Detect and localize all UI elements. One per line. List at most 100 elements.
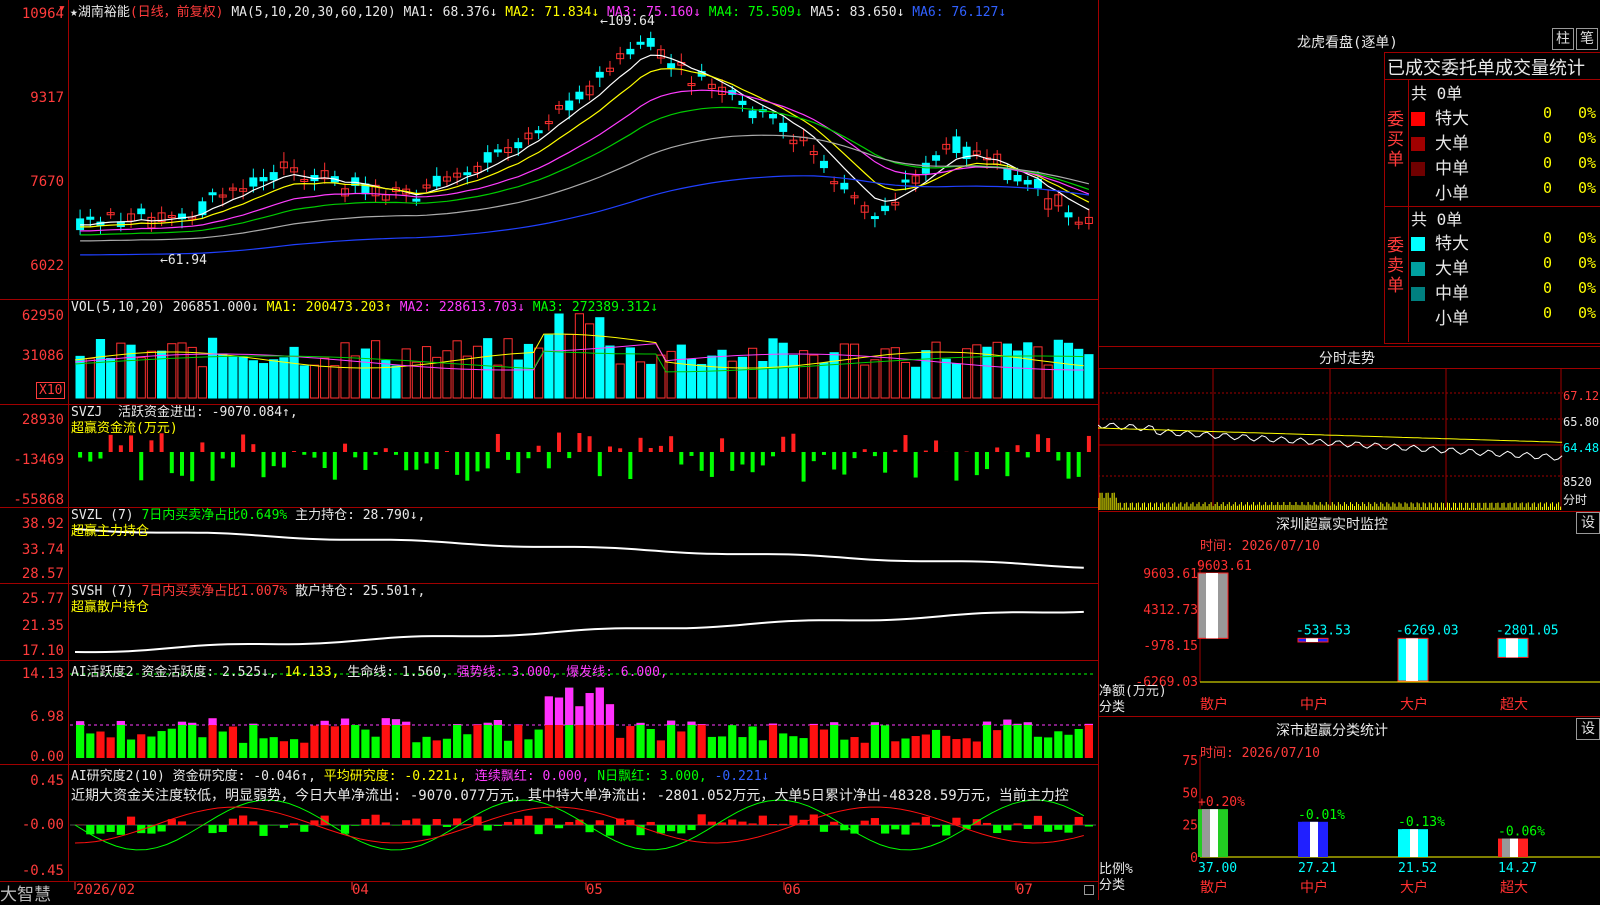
flow-bar (883, 452, 887, 473)
vol-header: VOL(5,10,20) 206851.000↓ MA1: 200473.203… (71, 300, 658, 315)
flow-bar (567, 452, 571, 458)
research-bar (779, 824, 787, 825)
class-category: 超大 (1500, 880, 1528, 896)
bar-view-button[interactable]: 柱 (1552, 28, 1574, 50)
svsh-header: SVSH (7) 7日内买卖净占比1.007% 散户持仓: 25.501↑, 超… (71, 584, 425, 616)
ai2-research: 资金研究度: -0.046↑, (173, 769, 316, 784)
activity-bar (636, 723, 644, 758)
intraday-y2: 65.80 (1563, 415, 1599, 429)
volume-bar (647, 364, 655, 398)
vol-unit-badge[interactable]: X10 (36, 382, 65, 399)
buy-row-pct: 0% (1578, 179, 1596, 197)
activity-bar (229, 727, 237, 758)
volume-bar (239, 357, 247, 398)
flow-bar (1067, 452, 1071, 479)
svsh-ratio: 7日内买卖净占比1.007% (141, 584, 287, 599)
activity-bar (1064, 735, 1072, 758)
star-icon[interactable]: ★ (70, 5, 78, 20)
flow-bar (547, 452, 551, 468)
research-bar (708, 822, 716, 825)
pen-view-button[interactable]: 笔 (1576, 28, 1598, 50)
activity-bar (402, 722, 410, 758)
monitor-value-label: 9603.61 (1197, 559, 1252, 574)
activity-peak (484, 723, 492, 725)
class-change-label: +0.20% (1198, 795, 1245, 810)
activity-bar (422, 737, 430, 758)
sell-color-swatch (1411, 287, 1425, 301)
volume-bar (759, 361, 767, 398)
activity-bar (830, 722, 838, 758)
flow-bar (903, 435, 907, 452)
class-settings-button[interactable]: 设 (1576, 718, 1600, 740)
research-bar (239, 815, 247, 825)
research-bar (789, 815, 797, 825)
volume-bar (300, 366, 308, 398)
flow-bar (394, 452, 398, 455)
monitor-ytick: 9603.61 (1143, 567, 1198, 582)
activity-bar (942, 736, 950, 758)
research-bar (494, 825, 502, 826)
activity-peak (249, 724, 257, 725)
research-bar (677, 825, 685, 833)
flow-bar (251, 444, 255, 452)
candle-body (627, 49, 634, 53)
research-bar (422, 825, 430, 836)
flow-bar (506, 452, 510, 460)
monitor-settings-button[interactable]: 设 (1576, 512, 1600, 534)
volume-bar (830, 353, 838, 398)
research-bar (535, 825, 543, 834)
volume-bar (351, 356, 359, 398)
candle-body (515, 143, 522, 148)
lock-icon[interactable] (1084, 885, 1094, 895)
research-bar (738, 822, 746, 825)
price-header: ▾ ★湖南裕能(日线，前复权) MA(5,10,20,30,60,120) MA… (70, 1, 1006, 20)
research-bar (932, 825, 940, 827)
volume-bar (861, 365, 869, 398)
stock-name[interactable]: 湖南裕能 (78, 5, 130, 20)
buy-row-name: 小单 (1435, 184, 1469, 204)
volume-bar (280, 358, 288, 398)
flow-bar (241, 434, 245, 452)
research-bar (667, 825, 675, 831)
sell-row-qty: 0 (1543, 229, 1552, 247)
monitor-bar-shine-3 (1506, 638, 1518, 657)
ma6-value: MA6: 76.127↓ (912, 5, 1006, 20)
ai1-activity: 资金活跃度: 2.525↓, (141, 665, 276, 680)
activity-bar (188, 723, 196, 758)
research-bar (321, 816, 329, 825)
flow-bar (720, 438, 724, 452)
activity-bar (86, 733, 94, 758)
candle-body (1065, 213, 1072, 217)
flow-bar (751, 452, 755, 472)
activity-bar (667, 721, 675, 758)
candle-body (841, 183, 848, 189)
candle-body (749, 111, 756, 118)
svsh-ylabel-3: 17.10 (4, 643, 64, 659)
activity-bar (494, 720, 502, 758)
activity-bar (76, 721, 84, 758)
activity-bar (922, 735, 930, 758)
flow-bar (853, 452, 857, 458)
svsh-subtitle: 超赢散户持仓 (71, 600, 149, 615)
sell-row-qty: 0 (1543, 279, 1552, 297)
research-bar (912, 823, 920, 825)
volume-bar (290, 347, 298, 398)
research-bar (178, 821, 186, 825)
intraday-chart[interactable] (1098, 368, 1600, 510)
activity-bar (1013, 724, 1021, 758)
ai2-title: AI研究度2(10) (71, 769, 165, 784)
activity-bar (840, 740, 848, 758)
activity-bar (433, 740, 441, 758)
flow-bar (557, 433, 561, 452)
ai1-strong: 强势线: 3.000, (457, 665, 559, 680)
research-bar (351, 825, 359, 826)
brand-logo[interactable]: 大智慧 (0, 880, 51, 905)
ai2-header: AI研究度2(10) 资金研究度: -0.046↑, 平均研究度: -0.221… (71, 765, 769, 784)
activity-bar (769, 724, 777, 758)
monitor-category: 超大 (1500, 697, 1528, 713)
volume-bar (178, 343, 186, 398)
flow-bar (608, 446, 612, 452)
research-bar (433, 819, 441, 825)
research-bar (728, 820, 736, 825)
chart-mode[interactable]: (日线，前复权) (130, 5, 224, 20)
